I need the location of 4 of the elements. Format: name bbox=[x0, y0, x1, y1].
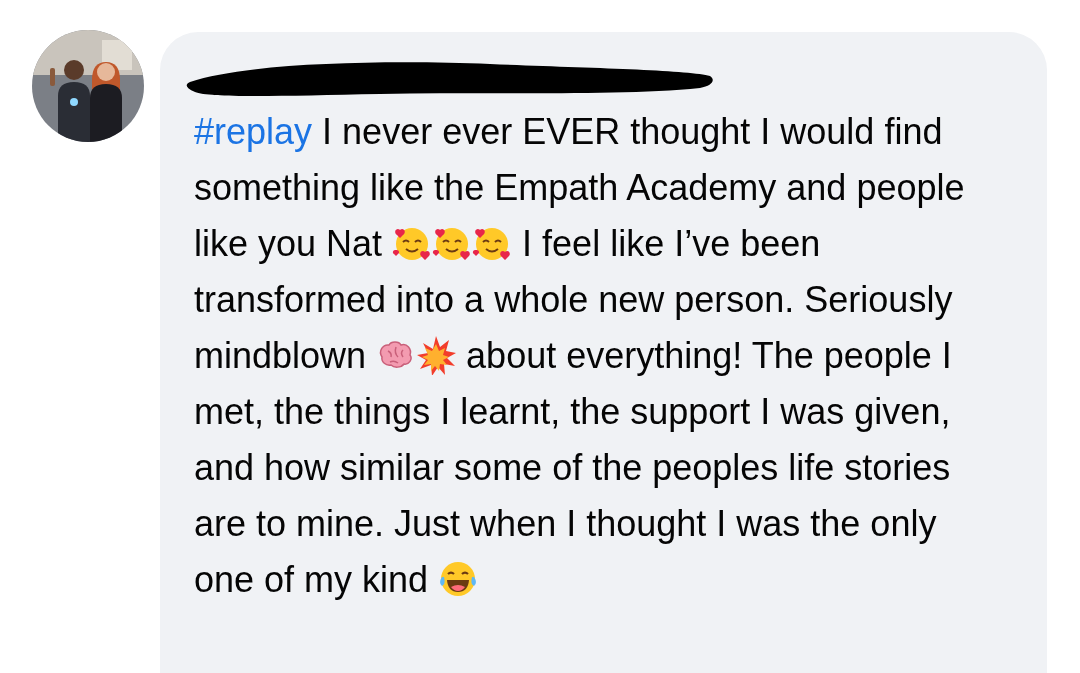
hashtag-link[interactable]: #replay bbox=[194, 111, 313, 152]
comment-text: #replay I never ever EVER thought I would find something like the Empath Academy and people like you Nat I feel like I’ve been transformed into a whole new person. Seriously mindblown about everything! The people I met, the things I learnt, the support I was given, and how similar some of the peoples life stories are to mine. Just when I thought I was the only one of my kind bbox=[194, 110, 966, 602]
collision-icon bbox=[416, 335, 457, 375]
face-with-tears-of-joy-icon bbox=[438, 559, 479, 599]
